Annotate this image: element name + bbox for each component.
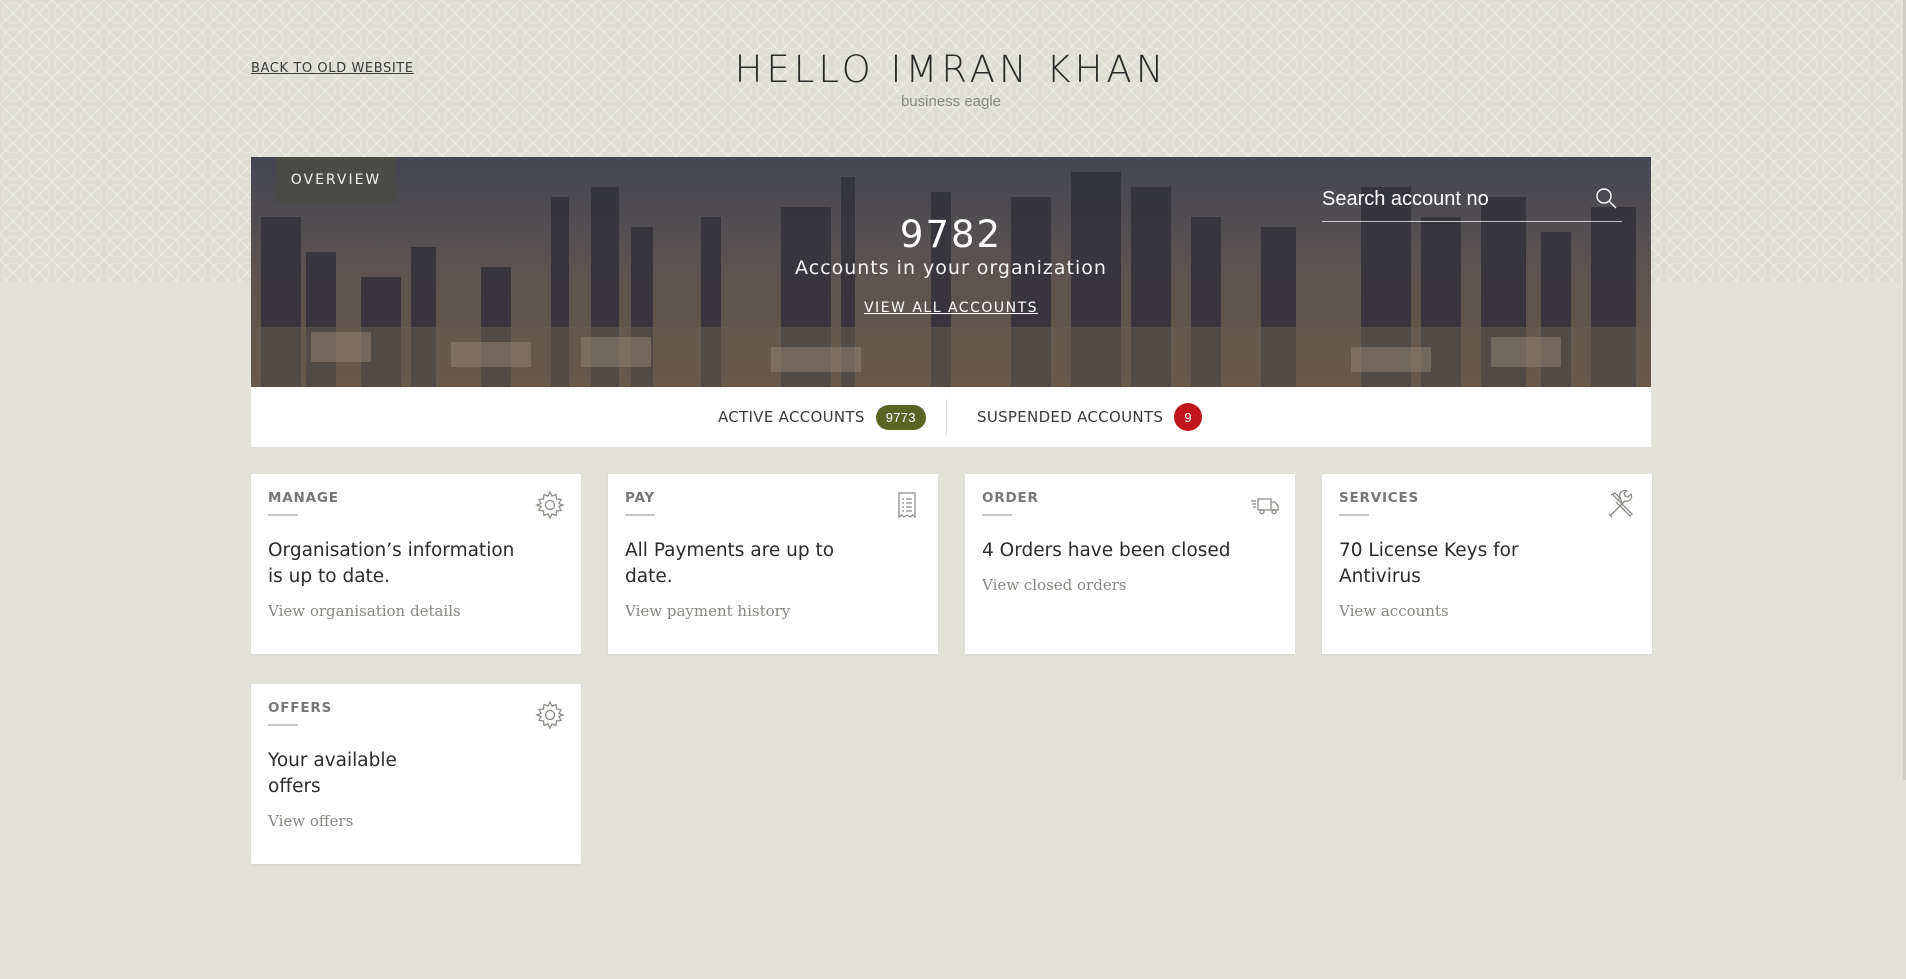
card-label: SERVICES (1339, 490, 1420, 506)
active-accounts-filter[interactable]: ACTIVE ACCOUNTS 9773 (718, 387, 926, 447)
search-input[interactable] (1322, 177, 1582, 221)
order-card: ORDER 4 Orders have been closed View clo… (965, 474, 1295, 654)
card-rule (982, 514, 1012, 516)
view-closed-orders-link[interactable]: View closed orders (982, 576, 1127, 594)
offers-card: OFFERS Your available offers View offers (251, 684, 581, 864)
card-headline: Your available offers (268, 750, 397, 797)
card-label: MANAGE (268, 490, 339, 506)
card-label: OFFERS (268, 700, 333, 716)
account-search (1322, 177, 1622, 222)
card-label: ORDER (982, 490, 1039, 506)
view-offers-link[interactable]: View offers (268, 812, 353, 830)
manage-card: MANAGE Organisation’s information is up … (251, 474, 581, 654)
card-rule (625, 514, 655, 516)
total-accounts-caption: Accounts in your organization (795, 257, 1107, 279)
truck-icon (1249, 490, 1279, 524)
search-icon[interactable] (1594, 186, 1618, 214)
gear-icon (535, 490, 565, 524)
tab-overview[interactable]: OVERVIEW (276, 157, 396, 203)
active-accounts-badge: 9773 (875, 404, 926, 430)
card-rule (268, 724, 298, 726)
card-headline: 70 License Keys for Antivirus (1339, 540, 1519, 587)
receipt-icon (892, 490, 922, 524)
services-card: SERVICES 70 License Keys for Antivirus V… (1322, 474, 1652, 654)
pay-card: PAY All Payments are up to date. View pa… (608, 474, 938, 654)
card-headline: All Payments are up to date. (625, 540, 835, 587)
organization-name: business eagle (900, 93, 1002, 110)
card-headline: 4 Orders have been closed (982, 540, 1231, 561)
suspended-accounts-badge: 9 (1174, 403, 1203, 431)
overview-banner: OVERVIEW 9782 Accounts in your organizat… (251, 157, 1651, 387)
gear-icon (535, 700, 565, 734)
view-all-accounts-link[interactable]: VIEW ALL ACCOUNTS (864, 300, 1038, 316)
card-rule (1339, 514, 1369, 516)
active-accounts-label: ACTIVE ACCOUNTS (718, 408, 865, 426)
account-status-bar: ACTIVE ACCOUNTS 9773 SUSPENDED ACCOUNTS … (251, 387, 1651, 447)
tools-icon (1606, 489, 1636, 524)
view-organisation-details-link[interactable]: View organisation details (268, 602, 461, 620)
card-rule (268, 514, 298, 516)
card-label: PAY (625, 490, 655, 506)
view-payment-history-link[interactable]: View payment history (625, 602, 790, 620)
suspended-accounts-filter[interactable]: SUSPENDED ACCOUNTS 9 (977, 387, 1203, 447)
status-divider (946, 399, 947, 435)
view-all-accounts-container: VIEW ALL ACCOUNTS (251, 300, 1651, 316)
card-headline: Organisation’s information is up to date… (268, 540, 515, 587)
suspended-accounts-label: SUSPENDED ACCOUNTS (977, 408, 1164, 426)
page-title: HELLO IMRAN KHAN (734, 48, 1168, 91)
view-accounts-link[interactable]: View accounts (1339, 602, 1449, 620)
